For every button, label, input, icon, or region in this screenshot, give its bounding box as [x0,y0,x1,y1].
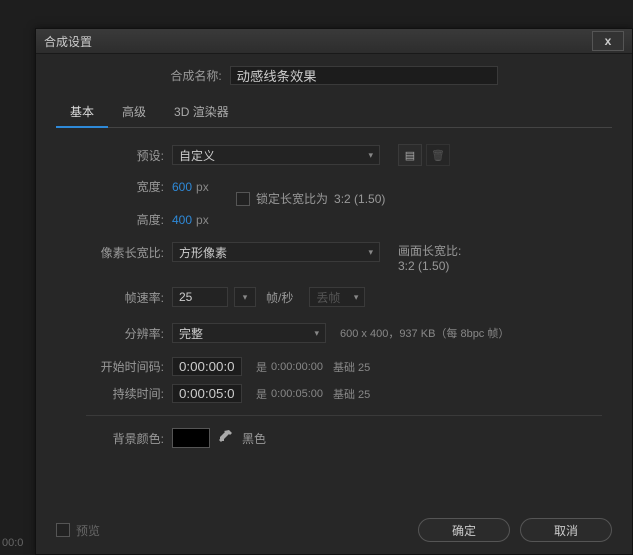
preview-checkbox[interactable] [56,523,70,537]
duration-base: 基础 25 [333,386,370,402]
fps-unit-label: 帧/秒 [266,289,293,306]
background-left-strip [0,0,35,555]
height-value[interactable]: 400 [172,213,192,227]
titlebar: 合成设置 x [36,29,632,54]
width-unit: px [196,180,209,194]
comp-name-input[interactable] [230,66,498,85]
lock-aspect-ratio: 3:2 (1.50) [334,192,385,206]
width-label: 宽度: [86,178,172,195]
chevron-down-icon: ▾ [368,150,373,161]
start-tc-echo: 0:00:00:00 [271,361,323,373]
frame-ar-label: 画面长宽比: [398,242,461,259]
start-tc-input[interactable] [172,357,242,376]
save-icon: ▤ [405,149,415,162]
bgcolor-name: 黑色 [242,430,266,447]
ok-button[interactable]: 确定 [418,518,510,542]
duration-tc-echo: 0:00:05:00 [271,388,323,400]
chevron-down-icon: ▾ [354,292,359,303]
height-label: 高度: [86,211,172,228]
tab-basic[interactable]: 基本 [56,99,108,128]
dialog-title: 合成设置 [44,33,92,50]
duration-input[interactable] [172,384,242,403]
par-value: 方形像素 [179,244,227,261]
tab-bar: 基本 高级 3D 渲染器 [56,99,612,128]
resolution-dropdown[interactable]: 完整 ▾ [172,323,326,343]
bgcolor-label: 背景颜色: [86,430,172,447]
fps-label: 帧速率: [86,289,172,306]
preset-save-button[interactable]: ▤ [398,144,422,166]
resolution-value: 完整 [179,325,203,342]
chevron-down-icon: ▾ [314,328,319,339]
fps-step-button[interactable]: ▾ [234,287,256,307]
par-label: 像素长宽比: [86,242,172,261]
par-dropdown[interactable]: 方形像素 ▾ [172,242,380,262]
trash-icon: 🗑 [431,149,445,162]
fps-dropframe-dropdown: 丢帧 ▾ [309,287,365,307]
preset-dropdown[interactable]: 自定义 ▾ [172,145,380,165]
lock-aspect-checkbox[interactable] [236,192,250,206]
resolution-label: 分辨率: [86,325,172,342]
chevron-down-icon: ▾ [243,292,248,303]
preset-label: 预设: [86,147,172,164]
chevron-down-icon: ▾ [368,247,373,258]
cancel-button[interactable]: 取消 [520,518,612,542]
resolution-info: 600 x 400，937 KB（每 8bpc 帧） [340,325,509,341]
height-unit: px [196,213,209,227]
tab-advanced[interactable]: 高级 [108,99,160,127]
composition-settings-dialog: 合成设置 x 合成名称: 基本 高级 3D 渲染器 预设: 自定义 ▾ [35,28,633,555]
eyedropper-icon[interactable] [218,430,232,447]
start-base: 基础 25 [333,359,370,375]
close-button[interactable]: x [592,31,624,51]
width-value[interactable]: 600 [172,180,192,194]
tab-3d-renderer[interactable]: 3D 渲染器 [160,99,243,127]
start-is: 是 [256,359,267,375]
frame-ar-value: 3:2 (1.50) [398,259,461,273]
bgcolor-swatch[interactable] [172,428,210,448]
duration-label: 持续时间: [86,385,172,402]
close-icon: x [605,34,612,48]
fps-input[interactable]: 25 [172,287,228,307]
start-tc-label: 开始时间码: [86,358,172,375]
lock-aspect-label: 锁定长宽比为 [256,190,328,207]
comp-name-label: 合成名称: [170,67,229,84]
preset-value: 自定义 [179,147,215,164]
preset-delete-button: 🗑 [426,144,450,166]
preview-label: 预览 [76,522,100,539]
fps-dropframe-value: 丢帧 [316,289,340,306]
fps-value: 25 [179,290,192,304]
duration-is: 是 [256,386,267,402]
